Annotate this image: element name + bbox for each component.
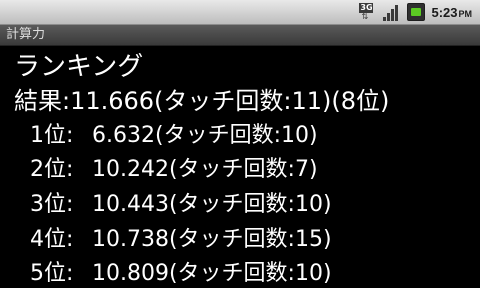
signal-strength-icon <box>383 3 401 21</box>
list-item: 1位: 6.632(タッチ回数:10) <box>30 122 318 150</box>
clock-ampm: PM <box>458 8 473 19</box>
rank-position: 3位: <box>30 192 74 217</box>
ranking-screen[interactable]: ランキング 結果:11.666(タッチ回数:11)(8位) 1位: 6.632(… <box>0 46 480 288</box>
rank-record: 10.242(タッチ回数:7) <box>92 157 318 182</box>
rank-position: 4位: <box>30 227 74 252</box>
rank-record: 10.809(タッチ回数:10) <box>92 261 332 286</box>
rank-record: 10.738(タッチ回数:15) <box>92 227 332 252</box>
app-title-bar: 計算力 <box>0 25 480 46</box>
list-item: 5位: 10.809(タッチ回数:10) <box>30 260 332 288</box>
rank-record: 10.443(タッチ回数:10) <box>92 192 332 217</box>
current-result: 結果:11.666(タッチ回数:11)(8位) <box>14 87 390 115</box>
rank-record: 6.632(タッチ回数:10) <box>92 123 318 148</box>
status-clock: 5:23PM <box>431 5 472 20</box>
list-item: 2位: 10.242(タッチ回数:7) <box>30 156 318 184</box>
rank-position: 1位: <box>30 123 74 148</box>
list-item: 3位: 10.443(タッチ回数:10) <box>30 191 332 219</box>
rank-position: 5位: <box>30 261 74 286</box>
app-title: 計算力 <box>6 27 46 42</box>
ranking-heading: ランキング <box>14 52 144 82</box>
status-bar: 3G ⇅ 5:23PM <box>0 0 480 25</box>
clock-time: 5:23 <box>431 4 458 20</box>
rank-position: 2位: <box>30 157 74 182</box>
list-item: 4位: 10.738(タッチ回数:15) <box>30 226 332 254</box>
battery-icon <box>407 3 426 21</box>
network-3g-icon: 3G ⇅ <box>359 3 374 21</box>
